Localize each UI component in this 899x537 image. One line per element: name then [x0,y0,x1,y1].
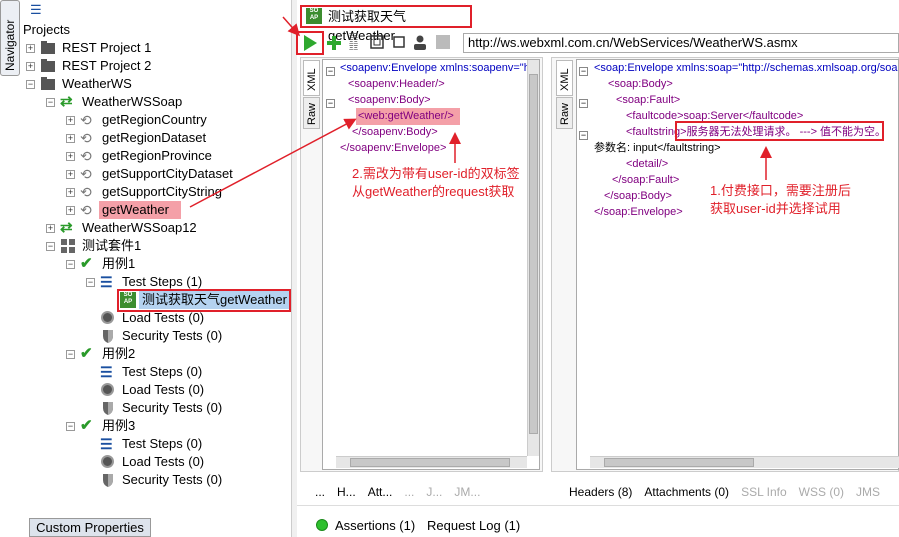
annotation-arrows [189,16,772,208]
